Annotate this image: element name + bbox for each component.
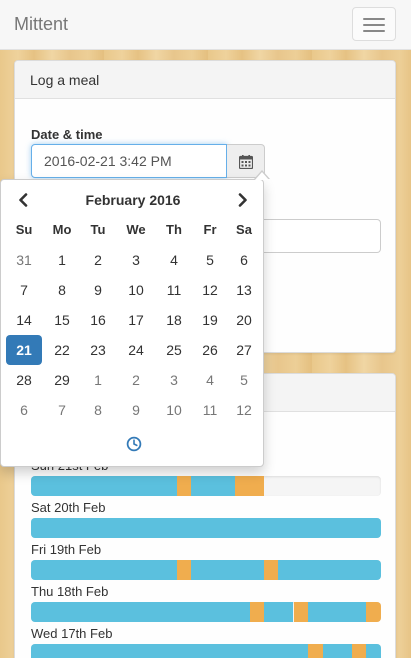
weekday-header: Th xyxy=(166,222,182,237)
eating-segment[interactable] xyxy=(366,602,381,622)
day-cell[interactable]: 3 xyxy=(118,245,154,275)
clock-icon xyxy=(126,436,142,452)
history-day-bar xyxy=(31,518,381,538)
day-cell[interactable]: 8 xyxy=(44,275,80,305)
day-cell[interactable]: 5 xyxy=(226,365,262,395)
history-day-label: Wed 17th Feb xyxy=(31,626,113,641)
day-cell[interactable]: 12 xyxy=(226,395,262,425)
history-day-bar xyxy=(31,644,381,658)
log-meal-heading: Log a meal xyxy=(15,61,395,99)
weekday-header: Sa xyxy=(236,222,252,237)
day-cell[interactable]: 10 xyxy=(156,395,192,425)
hamburger-icon-line xyxy=(363,30,385,32)
day-cell[interactable]: 26 xyxy=(192,335,228,365)
day-cell[interactable]: 20 xyxy=(226,305,262,335)
day-cell[interactable]: 3 xyxy=(156,365,192,395)
day-cell[interactable]: 7 xyxy=(6,275,42,305)
menu-toggle-button[interactable] xyxy=(352,7,396,41)
prev-month-button[interactable] xyxy=(9,188,39,212)
fasting-segment[interactable] xyxy=(322,644,352,658)
fasting-segment[interactable] xyxy=(278,560,381,580)
fasting-segment[interactable] xyxy=(31,644,308,658)
hamburger-icon xyxy=(363,18,385,20)
datetime-label: Date & time xyxy=(31,127,103,142)
day-cell[interactable]: 24 xyxy=(118,335,154,365)
fasting-segment[interactable] xyxy=(191,476,236,496)
history-day-bar xyxy=(31,602,381,622)
eating-segment[interactable] xyxy=(351,644,367,658)
eating-segment[interactable] xyxy=(250,602,265,622)
day-cell[interactable]: 16 xyxy=(80,305,116,335)
day-cell[interactable]: 6 xyxy=(6,395,42,425)
chevron-right-icon xyxy=(238,193,247,207)
weekday-header: Mo xyxy=(52,222,72,237)
fasting-segment[interactable] xyxy=(307,602,367,622)
weekday-header: Tu xyxy=(90,222,106,237)
datetime-input[interactable] xyxy=(31,144,227,178)
eating-segment[interactable] xyxy=(293,602,308,622)
day-cell[interactable]: 25 xyxy=(156,335,192,365)
day-cell[interactable]: 11 xyxy=(156,275,192,305)
history-day-label: Sat 20th Feb xyxy=(31,500,106,515)
day-cell[interactable]: 22 xyxy=(44,335,80,365)
next-month-button[interactable] xyxy=(227,188,257,212)
eating-segment[interactable] xyxy=(177,560,192,580)
chevron-left-icon xyxy=(19,193,28,207)
day-cell[interactable]: 11 xyxy=(192,395,228,425)
navbar: Mittent xyxy=(0,0,411,50)
day-cell[interactable]: 1 xyxy=(80,365,116,395)
history-day-bar xyxy=(31,476,381,496)
weekday-header: Su xyxy=(15,222,33,237)
day-cell[interactable]: 28 xyxy=(6,365,42,395)
day-cell[interactable]: 29 xyxy=(44,365,80,395)
calendar-icon xyxy=(239,155,253,169)
fasting-segment[interactable] xyxy=(366,644,381,658)
day-cell[interactable]: 31 xyxy=(6,245,42,275)
day-cell[interactable]: 7 xyxy=(44,395,80,425)
hamburger-icon-line xyxy=(363,24,385,26)
day-cell[interactable]: 5 xyxy=(192,245,228,275)
day-cell[interactable]: 13 xyxy=(226,275,262,305)
day-cell[interactable]: 4 xyxy=(192,365,228,395)
eating-segment[interactable] xyxy=(177,476,192,496)
day-cell[interactable]: 2 xyxy=(118,365,154,395)
day-cell[interactable]: 8 xyxy=(80,395,116,425)
fasting-segment[interactable] xyxy=(264,602,294,622)
day-cell-selected[interactable]: 21 xyxy=(6,335,42,365)
datepicker-popup: February 2016 Su Mo Tu We Th Fr Sa 31 1 2 3 4 5 6 7 8 9 1… xyxy=(0,179,264,467)
day-cell[interactable]: 14 xyxy=(6,305,42,335)
day-cell[interactable]: 4 xyxy=(156,245,192,275)
fasting-segment[interactable] xyxy=(191,560,265,580)
day-cell[interactable]: 2 xyxy=(80,245,116,275)
day-cell[interactable]: 1 xyxy=(44,245,80,275)
history-day-bar xyxy=(31,560,381,580)
fasting-segment[interactable] xyxy=(31,602,251,622)
day-cell[interactable]: 27 xyxy=(226,335,262,365)
month-title[interactable]: February 2016 xyxy=(51,188,215,212)
day-cell[interactable]: 9 xyxy=(80,275,116,305)
day-cell[interactable]: 18 xyxy=(156,305,192,335)
weekday-header: We xyxy=(126,222,146,237)
day-cell[interactable]: 17 xyxy=(118,305,154,335)
day-cell[interactable]: 10 xyxy=(118,275,154,305)
day-cell[interactable]: 15 xyxy=(44,305,80,335)
history-day-label: Thu 18th Feb xyxy=(31,584,109,599)
fasting-segment[interactable] xyxy=(31,476,178,496)
day-cell[interactable]: 23 xyxy=(80,335,116,365)
datepicker-arrow-inner xyxy=(255,172,269,180)
fasting-segment[interactable] xyxy=(31,518,381,538)
day-cell[interactable]: 9 xyxy=(118,395,154,425)
weekday-header: Fr xyxy=(203,222,217,237)
brand-link[interactable]: Mittent xyxy=(14,14,68,35)
fasting-segment[interactable] xyxy=(31,560,178,580)
day-cell[interactable]: 19 xyxy=(192,305,228,335)
time-picker-toggle[interactable] xyxy=(125,435,143,453)
meal-description-input[interactable] xyxy=(255,219,381,253)
day-cell[interactable]: 6 xyxy=(226,245,262,275)
eating-segment[interactable] xyxy=(264,560,279,580)
eating-segment[interactable] xyxy=(235,476,265,496)
history-day-label: Fri 19th Feb xyxy=(31,542,102,557)
day-cell[interactable]: 12 xyxy=(192,275,228,305)
eating-segment[interactable] xyxy=(307,644,323,658)
